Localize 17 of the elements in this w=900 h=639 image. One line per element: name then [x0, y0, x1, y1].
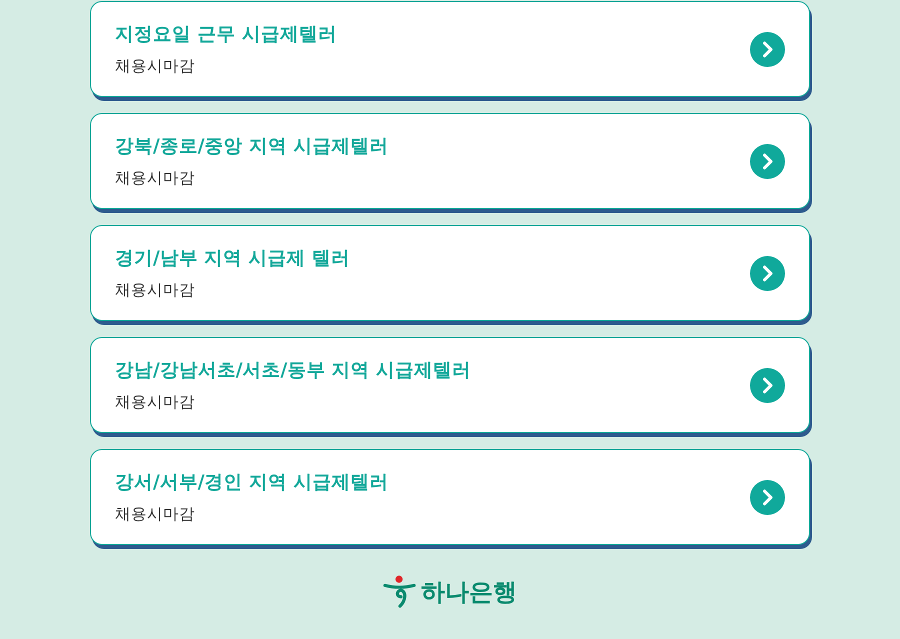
status-label: 채용시마감	[115, 168, 195, 188]
job-title: 강서/서부/경인 지역 시급제텔러	[115, 470, 388, 494]
logo-icon	[383, 575, 417, 609]
job-title: 강남/강남서초/서초/동부 지역 시급제텔러	[115, 358, 472, 382]
chevron-right-icon	[750, 144, 785, 178]
job-title: 강북/종로/중앙 지역 시급제텔러	[115, 134, 388, 158]
chevron-right-icon	[750, 480, 785, 514]
status-label: 채용시마감	[115, 56, 195, 76]
chevron-right-icon	[750, 256, 785, 290]
logo-text: 하나은행	[421, 577, 517, 607]
status-label: 채용시마감	[115, 392, 195, 412]
chevron-right-icon	[750, 368, 785, 402]
job-title: 경기/남부 지역 시급제 텔러	[115, 246, 350, 270]
job-title: 지정요일 근무 시급제텔러	[115, 22, 337, 46]
status-label: 채용시마감	[115, 280, 195, 300]
status-label: 채용시마감	[115, 504, 195, 524]
chevron-right-icon	[750, 32, 785, 66]
